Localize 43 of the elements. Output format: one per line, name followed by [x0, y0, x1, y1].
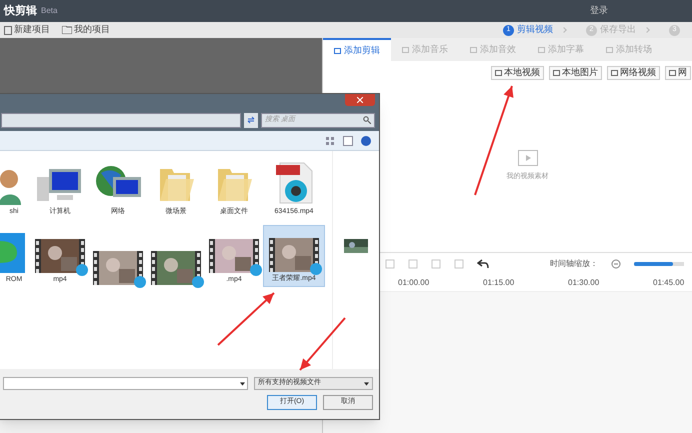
view-icon[interactable] — [325, 136, 335, 146]
step-label: 保存导出 — [600, 23, 636, 36]
close-button[interactable] — [345, 94, 375, 106]
dropdown-icon — [364, 382, 369, 386]
play-badge-icon — [134, 276, 146, 288]
preview-pane-icon[interactable] — [343, 136, 353, 146]
time-tick: 01:00.00 — [398, 277, 430, 289]
annotation-arrow — [298, 316, 347, 372]
zoom-label: 时间轴缩放： — [550, 258, 598, 270]
source-button[interactable]: 网 — [665, 66, 691, 80]
dropdown-icon — [240, 382, 245, 386]
source-button[interactable]: 本地视频 — [491, 66, 544, 80]
toolbar-button[interactable]: 新建项目 — [4, 23, 50, 37]
time-tick: 01:30.00 — [568, 277, 600, 289]
help-icon[interactable] — [361, 136, 371, 146]
app-title: 快剪辑 — [4, 4, 37, 19]
refresh-button[interactable] — [244, 112, 258, 128]
annotation-arrow — [216, 291, 276, 347]
address-field[interactable] — [1, 112, 241, 128]
refresh-icon — [247, 116, 255, 124]
zoom-out-icon[interactable] — [611, 258, 621, 268]
new-file-icon — [4, 26, 12, 34]
time-tick: 01:15.00 — [483, 277, 516, 289]
play-badge-icon — [76, 264, 88, 276]
search-icon — [363, 116, 371, 124]
undo-icon[interactable] — [477, 258, 489, 268]
folder-icon — [62, 26, 72, 34]
file-name-field[interactable] — [3, 377, 248, 390]
step-label: 剪辑视频 — [517, 23, 553, 36]
play-badge-icon — [250, 264, 262, 276]
source-button[interactable]: 网络视频 — [607, 66, 660, 80]
mp4-file-icon — [274, 160, 314, 204]
tab[interactable]: 添加剪辑 — [323, 38, 391, 61]
source-button[interactable]: 本地图片 — [549, 66, 602, 80]
login-link[interactable]: 登录 — [590, 4, 608, 18]
beta-label: Beta — [41, 5, 58, 17]
time-tick: 01:45.00 — [653, 277, 686, 289]
zoom-slider[interactable] — [634, 260, 684, 268]
play-badge-icon — [310, 262, 322, 274]
video-placeholder-icon — [518, 150, 538, 166]
play-badge-icon — [192, 276, 204, 288]
toolbar-button[interactable]: 我的项目 — [62, 23, 110, 37]
close-icon — [357, 97, 363, 103]
